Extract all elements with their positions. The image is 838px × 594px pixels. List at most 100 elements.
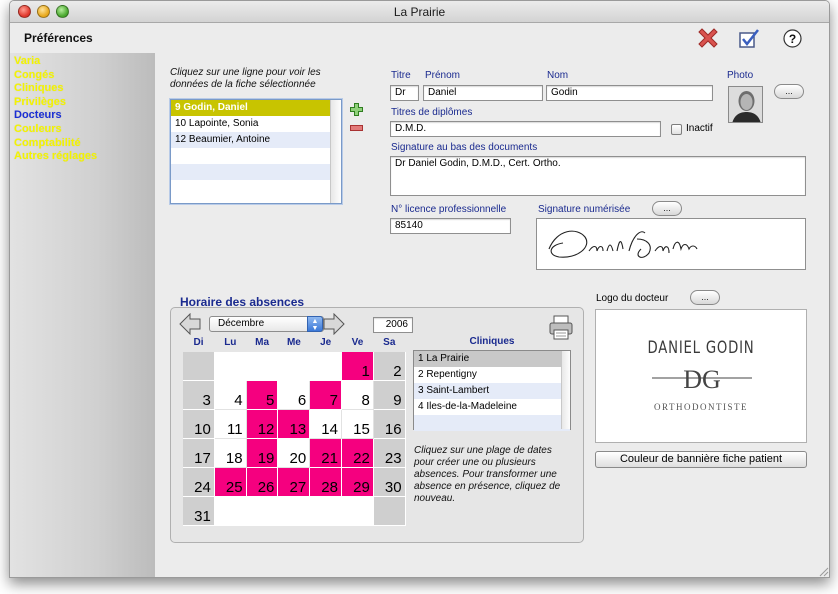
calendar-day[interactable]: 4 [214, 381, 247, 410]
help-label: ? [789, 32, 796, 46]
calendar-day-absent[interactable]: 7 [310, 381, 342, 410]
doctor-row[interactable]: 10 Lapointe, Sonia [171, 116, 341, 132]
doctor-row-empty[interactable] [171, 164, 341, 180]
handwritten-signature-icon [548, 230, 698, 258]
cliniques-scrollbar[interactable] [561, 351, 570, 429]
doctor-list[interactable]: 9 Godin, Daniel 10 Lapointe, Sonia 12 Be… [170, 99, 342, 204]
calendar-day[interactable]: 30 [373, 468, 406, 497]
calendar-day[interactable]: 11 [214, 410, 247, 439]
window-title: La Prairie [393, 5, 446, 19]
add-doctor-icon[interactable] [350, 103, 363, 116]
red-x-icon[interactable] [696, 26, 720, 50]
calendar-day[interactable]: 2 [373, 352, 406, 381]
sidebar-item-couleurs[interactable]: Couleurs [14, 123, 97, 137]
calendar-day[interactable]: 8 [342, 381, 374, 410]
banner-color-button[interactable]: Couleur de bannière fiche patient [595, 451, 807, 468]
calendar-day-absent[interactable]: 29 [342, 468, 374, 497]
clinique-row[interactable]: 3 Saint-Lambert [414, 383, 570, 399]
calendar-day[interactable]: 16 [373, 410, 406, 439]
calendar-empty-cell [278, 497, 311, 526]
help-icon[interactable]: ? [783, 29, 802, 48]
sidebar: Préférences Varia Congés Cliniques Privi… [10, 23, 155, 577]
calendar-day[interactable]: 20 [278, 439, 311, 468]
licence-label: N° licence professionnelle [391, 204, 507, 215]
sidebar-item-docteurs[interactable]: Docteurs [14, 109, 97, 123]
titre-field[interactable]: Dr [390, 85, 419, 101]
sidebar-item-cliniques[interactable]: Cliniques [14, 82, 97, 96]
calendar-empty-cell [246, 352, 279, 381]
signature-numerisee-label: Signature numérisée [538, 204, 631, 215]
day-of-week-header: Je [320, 337, 332, 348]
clinique-row-empty[interactable] [414, 415, 570, 431]
calendar-day-absent[interactable]: 25 [214, 468, 247, 497]
calendar-day-absent[interactable]: 22 [342, 439, 374, 468]
day-of-week-header: Ma [255, 337, 270, 348]
day-of-week-header: Ve [351, 337, 364, 348]
calendar-day-absent[interactable]: 19 [246, 439, 279, 468]
sidebar-item-privileges[interactable]: Privilèges [14, 96, 97, 110]
calendar-day[interactable]: 9 [373, 381, 406, 410]
clinique-row[interactable]: 4 Iles-de-la-Madeleine [414, 399, 570, 415]
calendar-day-absent[interactable]: 21 [310, 439, 342, 468]
calendar-day[interactable]: 14 [310, 410, 342, 439]
calendar-day-absent[interactable]: 5 [246, 381, 279, 410]
calendar-day[interactable]: 15 [342, 410, 374, 439]
day-of-week-header: Di [193, 337, 204, 348]
logo-browse-button[interactable]: ... [690, 290, 720, 305]
calendar-day[interactable]: 23 [373, 439, 406, 468]
calendar-day[interactable]: 3 [183, 381, 215, 410]
calendar-day[interactable]: 17 [183, 439, 215, 468]
clinique-row[interactable]: 1 La Prairie [414, 351, 570, 367]
calendar-day[interactable]: 10 [183, 410, 215, 439]
calendar-day-absent[interactable]: 27 [278, 468, 311, 497]
photo-label: Photo [727, 70, 754, 81]
doctor-list-scrollbar[interactable] [330, 100, 341, 203]
resize-grip-icon[interactable] [817, 565, 829, 577]
calendar-day-absent[interactable]: 12 [246, 410, 279, 439]
clinique-row[interactable]: 2 Repentigny [414, 367, 570, 383]
logo-label: Logo du docteur [596, 293, 669, 304]
year-field[interactable]: 2006 [373, 317, 413, 333]
calendar-day-absent[interactable]: 1 [342, 352, 374, 381]
calendar-empty-cell [214, 352, 247, 381]
diplomes-field[interactable]: D.M.D. [390, 121, 661, 137]
inactif-checkbox[interactable] [671, 124, 682, 135]
licence-field[interactable]: 85140 [390, 218, 511, 234]
calendar-empty-cell [278, 352, 311, 381]
sidebar-title: Préférences [24, 31, 93, 45]
sidebar-item-varia[interactable]: Varia [14, 55, 97, 69]
logo-name: DANIEL GODIN [647, 338, 755, 358]
nom-field[interactable]: Godin [546, 85, 713, 101]
doctor-list-instruction: Cliquez sur une ligne pour voir les donn… [170, 67, 321, 90]
calendar-day[interactable]: 18 [214, 439, 247, 468]
calendar-empty-cell [342, 497, 374, 526]
calendar-day[interactable]: 6 [278, 381, 311, 410]
prenom-field[interactable]: Daniel [423, 85, 543, 101]
previous-month-arrow-icon[interactable] [178, 313, 202, 335]
month-select[interactable]: Décembre ▲ ▼ [209, 316, 324, 332]
sidebar-item-autres-reglages[interactable]: Autres réglages [14, 150, 97, 164]
calendar-day-absent[interactable]: 28 [310, 468, 342, 497]
signature-field[interactable]: Dr Daniel Godin, D.M.D., Cert. Ortho. [390, 156, 806, 196]
title-bar: La Prairie [10, 1, 829, 23]
photo-browse-button[interactable]: ... [774, 84, 804, 99]
calendar-empty-cell [373, 497, 406, 526]
sidebar-header: Préférences [10, 23, 155, 53]
checkmark-icon[interactable] [738, 27, 760, 49]
day-of-week-header: Sa [383, 337, 396, 348]
sidebar-item-conges[interactable]: Congés [14, 69, 97, 83]
calendar-day-absent[interactable]: 13 [278, 410, 311, 439]
calendar-day-absent[interactable]: 26 [246, 468, 279, 497]
doctor-row[interactable]: 12 Beaumier, Antoine [171, 132, 341, 148]
sidebar-item-comptabilite[interactable]: Comptabilité [14, 137, 97, 151]
cliniques-list[interactable]: 1 La Prairie 2 Repentigny 3 Saint-Lamber… [413, 350, 571, 431]
calendar-day[interactable]: 31 [183, 497, 215, 526]
signature-browse-button[interactable]: ... [652, 201, 682, 216]
next-month-arrow-icon[interactable] [322, 313, 346, 335]
remove-doctor-icon[interactable] [350, 125, 363, 131]
app-window: La Prairie Préférences Varia Congés Clin… [9, 0, 830, 578]
doctor-row-empty[interactable] [171, 148, 341, 164]
calendar-day[interactable]: 24 [183, 468, 215, 497]
calendar-empty-cell [246, 497, 279, 526]
doctor-row[interactable]: 9 Godin, Daniel [171, 100, 341, 116]
